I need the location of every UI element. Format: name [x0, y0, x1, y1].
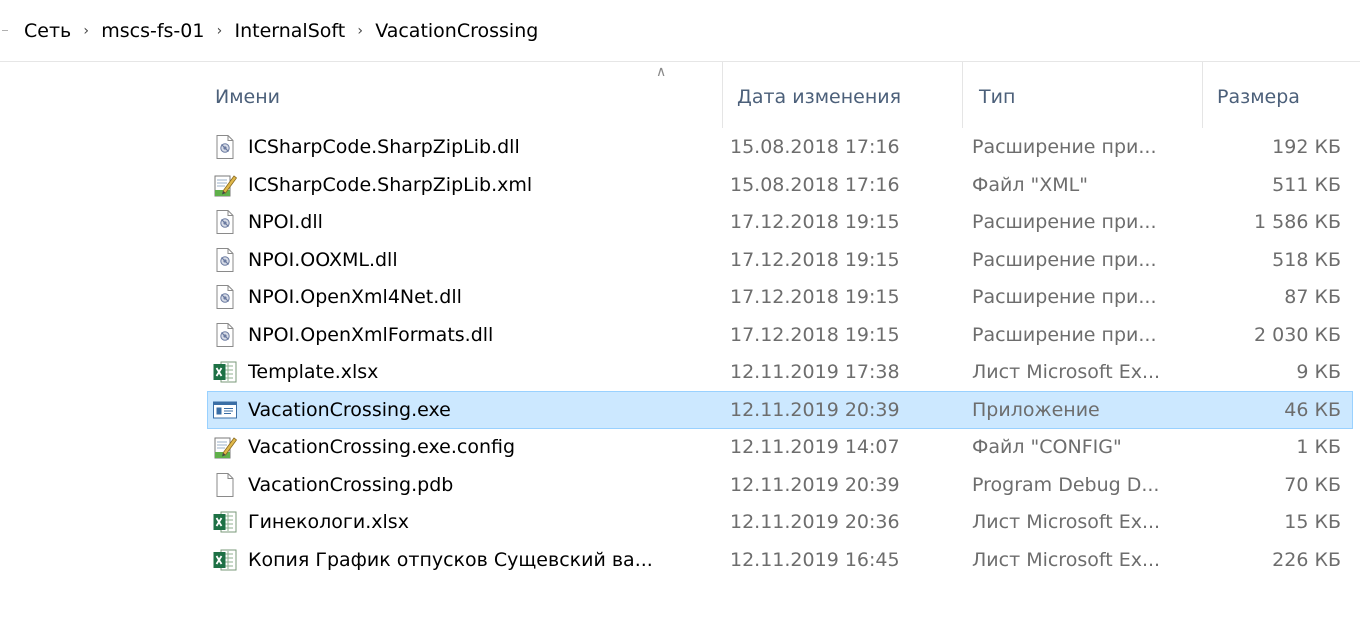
excel-icon: [212, 504, 240, 540]
file-row[interactable]: NPOI.dll 17.12.2018 19:15 Расширение при..…: [207, 203, 1353, 241]
file-row[interactable]: NPOI.OpenXml4Net.dll 17.12.2018 19:15 Расш…: [207, 278, 1353, 316]
file-name: VacationCrossing.pdb: [248, 473, 454, 496]
file-row[interactable]: NPOI.OOXML.dll 17.12.2018 19:15 Расширение…: [207, 241, 1353, 279]
file-date-modified: 12.11.2019 20:39: [730, 473, 900, 496]
excel-icon: [212, 354, 240, 390]
column-header-type[interactable]: Тип: [962, 62, 1202, 128]
column-header: Имени ∧ Дата изменения Тип Размера: [0, 62, 1360, 128]
file-name: NPOI.OOXML.dll: [248, 248, 398, 271]
file-date-modified: 12.11.2019 16:45: [730, 548, 900, 571]
file-date-modified: 12.11.2019 20:36: [730, 511, 900, 533]
column-header-date[interactable]: Дата изменения: [722, 62, 962, 128]
dll-icon: [212, 129, 240, 165]
breadcrumb-overflow: [0, 16, 20, 46]
file-type: Приложение: [972, 398, 1100, 421]
column-header-date-label: Дата изменения: [737, 86, 902, 108]
file-name: VacationCrossing.exe.config: [248, 436, 516, 458]
file-name: ICSharpCode.SharpZipLib.dll: [248, 136, 520, 158]
file-date-modified: 17.12.2018 19:15: [730, 323, 900, 346]
file-row[interactable]: NPOI.OpenXmlFormats.dll 17.12.2018 19:15 Р…: [207, 316, 1353, 354]
file-size: 226 КБ: [1272, 548, 1341, 571]
file-type: Расширение при...: [972, 323, 1157, 346]
column-header-type-label: Тип: [979, 86, 1016, 108]
file-size: 2 030 КБ: [1254, 323, 1341, 346]
file-size: 511 КБ: [1272, 173, 1341, 196]
file-row[interactable]: VacationCrossing.pdb 12.11.2019 20:39 Prog…: [207, 466, 1353, 504]
file-row[interactable]: Гинекологи.xlsx 12.11.2019 20:36 Лист Micr…: [207, 503, 1353, 541]
breadcrumb: Сеть › mscs-fs-01 › InternalSoft › Vacat…: [0, 16, 542, 46]
column-header-name[interactable]: Имени ∧: [204, 62, 722, 128]
file-row[interactable]: VacationCrossing.exe.config 12.11.2019 14…: [207, 428, 1353, 466]
file-icon: [212, 467, 240, 503]
file-type: Файл "XML": [972, 173, 1089, 196]
file-date-modified: 15.08.2018 17:16: [730, 173, 900, 196]
file-type: Лист Microsoft Ex...: [972, 548, 1161, 571]
file-size: 70 КБ: [1284, 473, 1341, 496]
file-name: Копия График отпусков Сущевский ва...: [248, 548, 653, 571]
file-name: NPOI.OpenXmlFormats.dll: [248, 323, 494, 346]
chevron-right-icon[interactable]: ›: [208, 16, 230, 46]
file-date-modified: 12.11.2019 17:38: [730, 361, 900, 383]
file-date-modified: 12.11.2019 14:07: [730, 436, 900, 458]
file-size: 87 КБ: [1284, 286, 1341, 308]
dll-icon: [212, 242, 240, 278]
file-name: Гинекологи.xlsx: [248, 511, 409, 533]
file-row[interactable]: ICSharpCode.SharpZipLib.dll 15.08.2018 17…: [207, 128, 1353, 166]
file-type: Лист Microsoft Ex...: [972, 511, 1161, 533]
file-name: Template.xlsx: [248, 361, 379, 383]
file-type: Расширение при...: [972, 286, 1157, 308]
breadcrumb-item-vacationcrossing[interactable]: VacationCrossing: [371, 20, 542, 42]
config-icon: [212, 429, 240, 465]
dll-icon: [212, 204, 240, 240]
breadcrumb-item-network[interactable]: Сеть: [20, 20, 75, 42]
file-type: Расширение при...: [972, 248, 1157, 271]
column-header-size[interactable]: Размера: [1202, 62, 1360, 128]
file-size: 15 КБ: [1284, 511, 1341, 533]
file-date-modified: 12.11.2019 20:39: [730, 398, 900, 421]
file-size: 9 КБ: [1296, 361, 1341, 383]
column-header-size-label: Размера: [1217, 86, 1300, 108]
breadcrumb-item-internalsoft[interactable]: InternalSoft: [230, 20, 349, 42]
file-name: NPOI.dll: [248, 211, 323, 233]
file-date-modified: 15.08.2018 17:16: [730, 136, 900, 158]
excel-icon: [212, 542, 240, 578]
file-row[interactable]: Template.xlsx 12.11.2019 17:38 Лист Micros…: [207, 353, 1353, 391]
file-date-modified: 17.12.2018 19:15: [730, 211, 900, 233]
file-size: 1 КБ: [1296, 436, 1341, 458]
file-date-modified: 17.12.2018 19:15: [730, 286, 900, 308]
column-header-name-label: Имени: [215, 86, 281, 108]
exe-icon: [212, 392, 240, 428]
sort-ascending-icon: ∧: [656, 64, 667, 80]
file-type: Файл "CONFIG": [972, 436, 1122, 458]
file-size: 1 586 КБ: [1254, 211, 1341, 233]
file-type: Расширение при...: [972, 211, 1157, 233]
file-row[interactable]: ICSharpCode.SharpZipLib.xml 15.08.2018 17…: [207, 166, 1353, 204]
file-size: 518 КБ: [1272, 248, 1341, 271]
file-type: Лист Microsoft Ex...: [972, 361, 1161, 383]
file-name: VacationCrossing.exe: [248, 398, 451, 421]
address-bar[interactable]: Сеть › mscs-fs-01 › InternalSoft › Vacat…: [0, 0, 1360, 62]
file-type: Program Debug D...: [972, 473, 1160, 496]
file-name: NPOI.OpenXml4Net.dll: [248, 286, 462, 308]
breadcrumb-item-server[interactable]: mscs-fs-01: [97, 20, 208, 42]
file-date-modified: 17.12.2018 19:15: [730, 248, 900, 271]
dll-icon: [212, 317, 240, 353]
chevron-right-icon[interactable]: ›: [75, 16, 97, 46]
file-type: Расширение при...: [972, 136, 1157, 158]
file-row[interactable]: VacationCrossing.exe 12.11.2019 20:39 Прил…: [207, 390, 1353, 429]
file-size: 46 КБ: [1284, 398, 1341, 421]
file-size: 192 КБ: [1272, 136, 1341, 158]
file-name: ICSharpCode.SharpZipLib.xml: [248, 173, 533, 196]
file-row[interactable]: Копия График отпусков Сущевский ва... 12.…: [207, 541, 1353, 579]
xml-icon: [212, 167, 240, 203]
dll-icon: [212, 279, 240, 315]
chevron-right-icon[interactable]: ›: [349, 16, 371, 46]
